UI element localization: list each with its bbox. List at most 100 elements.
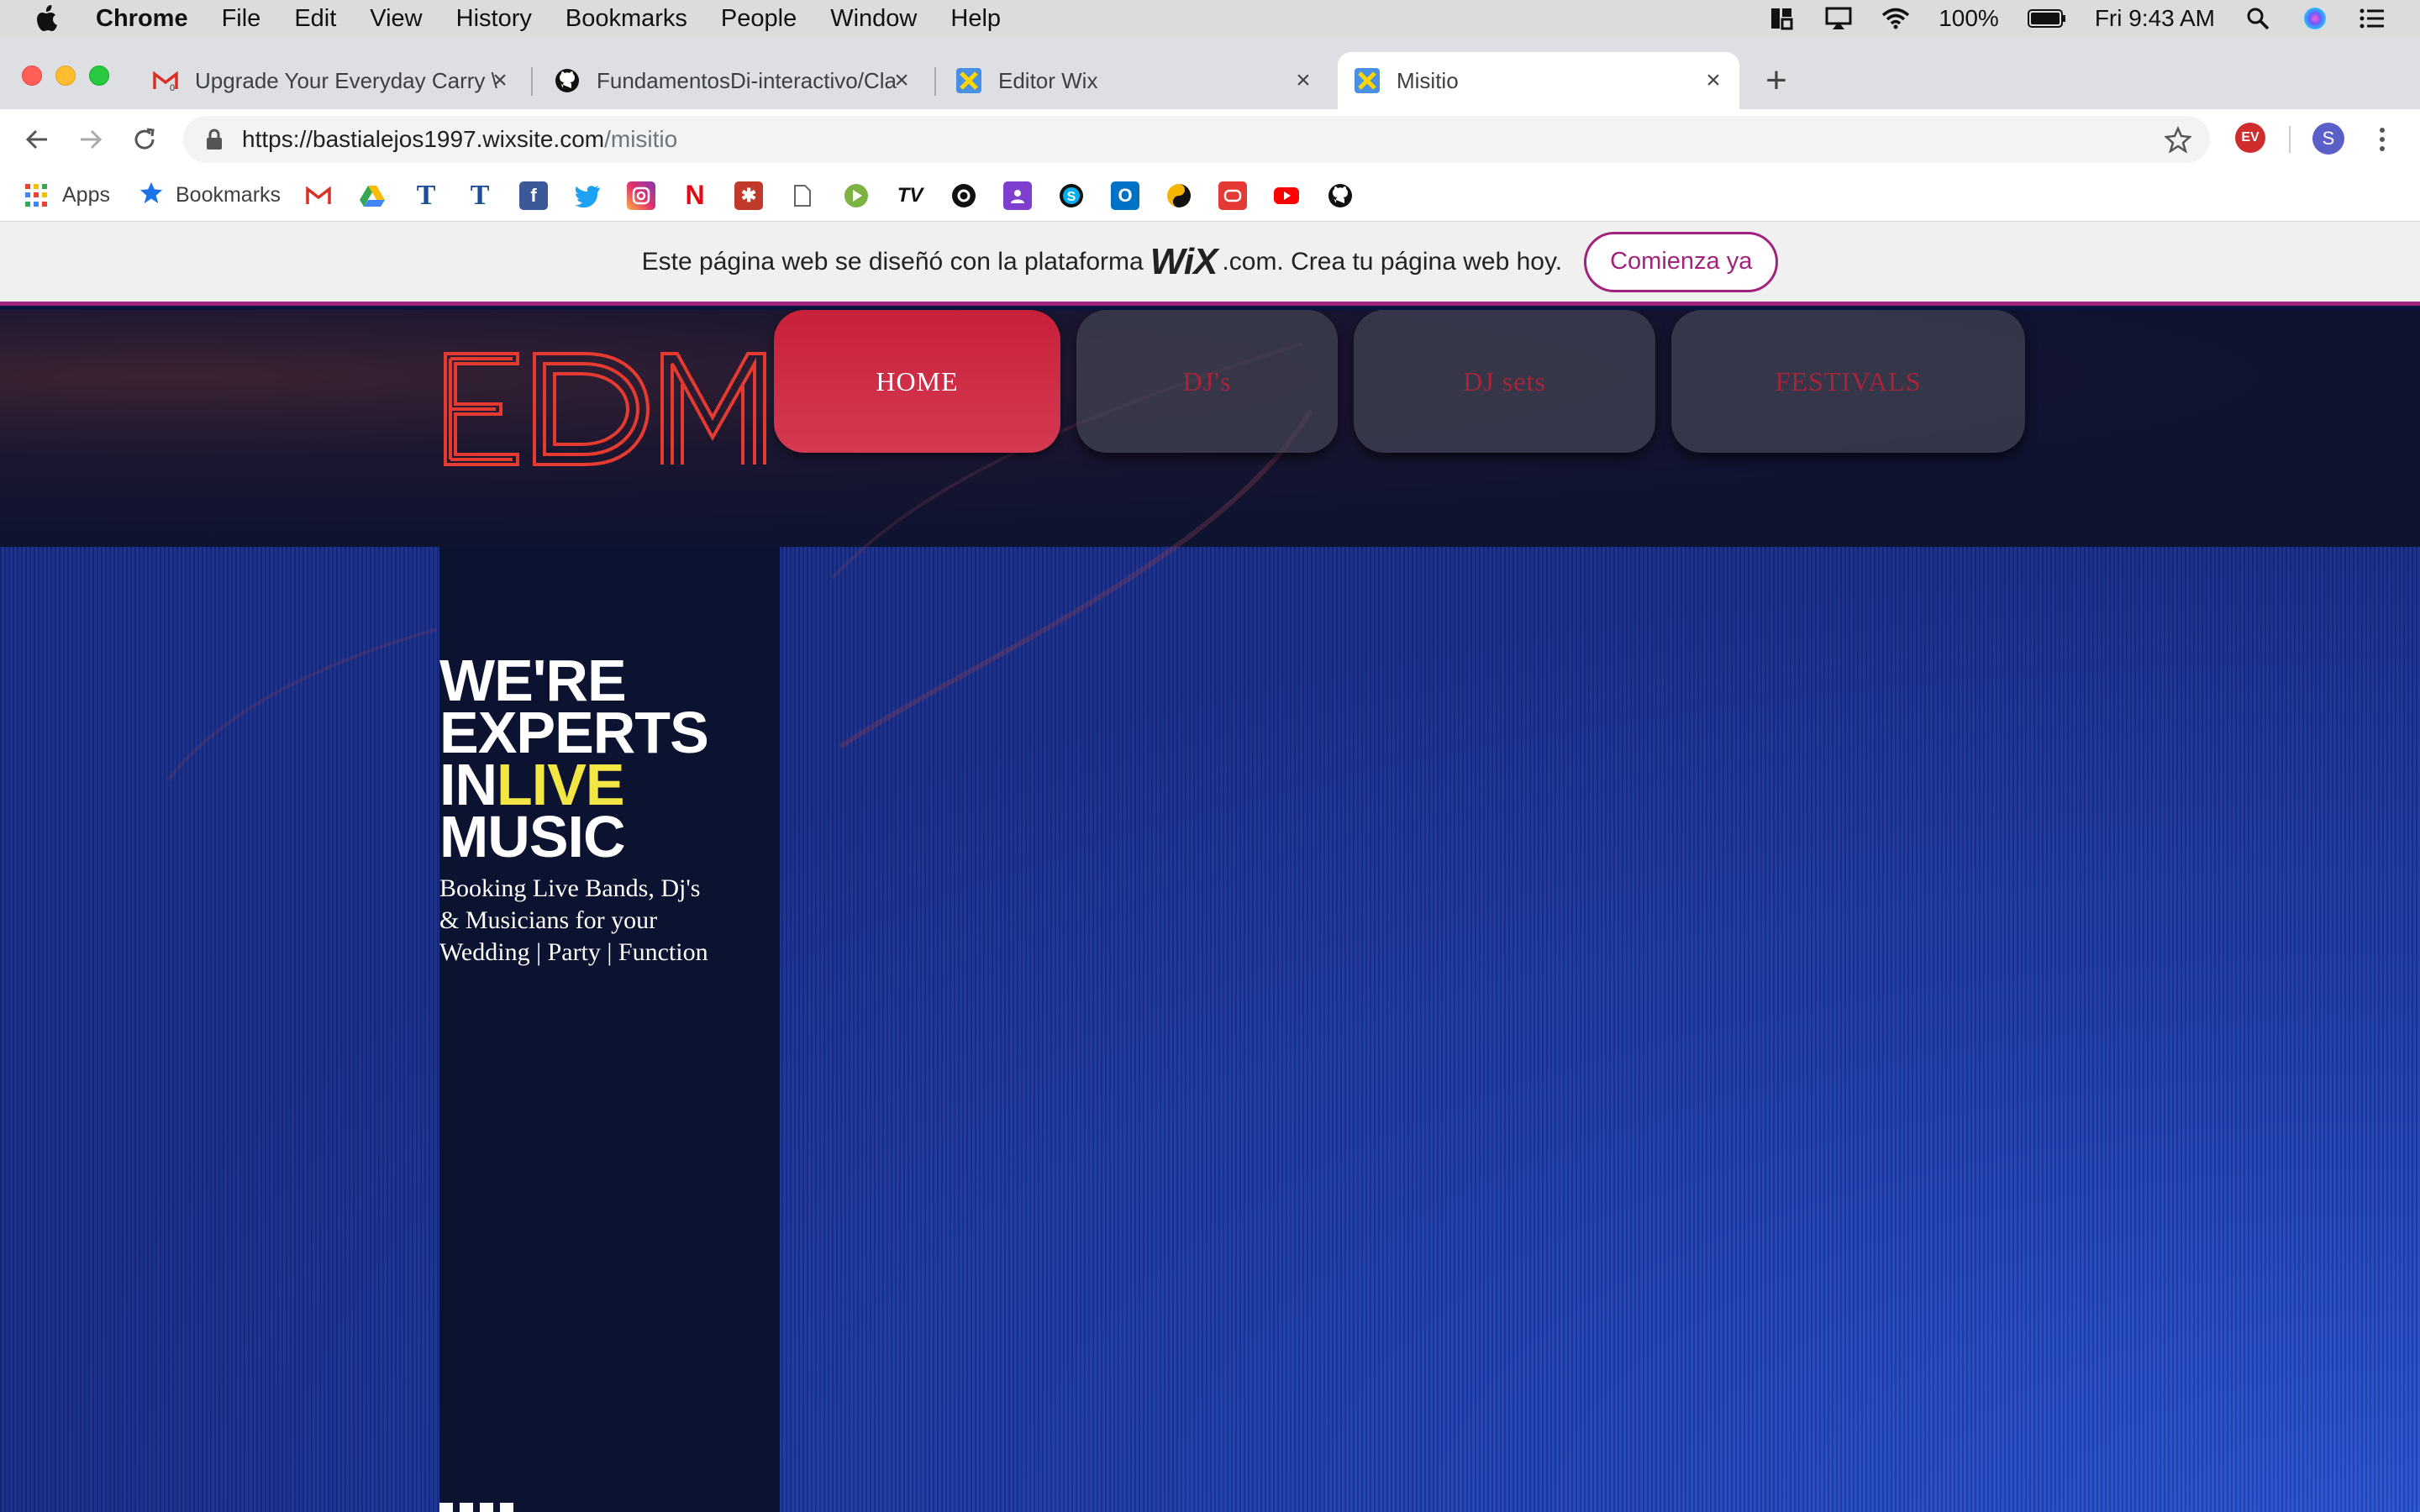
back-icon[interactable] [20,123,54,156]
bookmarks-label: Bookmarks [175,183,281,207]
youtube-icon[interactable] [1272,181,1301,210]
wix-logo[interactable]: WiX [1150,241,1218,283]
tab-title: Editor Wix [998,67,1098,93]
document-icon[interactable] [788,181,817,210]
website-viewport: HOME DJ's DJ sets FESTIVALS WE'RE EXPERT… [0,310,2420,1512]
toolbar-divider [2289,126,2291,153]
rounded-rect-app-icon[interactable] [1218,181,1248,210]
comienza-ya-button[interactable]: Comienza ya [1584,231,1779,292]
bookmark-icons-row: T T f N ✱ TV S O [304,179,1355,213]
menubar-clock[interactable]: Fri 9:43 AM [2095,5,2215,32]
headline-line-2: EXPERTS [439,700,709,765]
tab-title: FundamentosDi-interactivo/Cla [597,67,897,93]
browser-tab-strip: 0 Upgrade Your Everyday Carry \ × Fundam… [0,37,2420,109]
svg-text:0: 0 [170,83,175,91]
wix-icon [956,68,981,93]
menu-view[interactable]: View [370,5,422,33]
apps-label: Apps [62,183,110,207]
window-layout-icon[interactable] [1767,4,1796,33]
url-path: /misitio [604,126,678,152]
close-icon[interactable]: × [487,66,513,94]
apple-icon[interactable] [34,4,62,33]
wix-banner-text-before: Este página web se diseñó con la platafo… [641,247,1144,276]
edm-logo-graphic [444,352,766,466]
bookmark-star-icon[interactable] [2163,124,2193,155]
twitter-icon[interactable] [573,181,602,210]
airplay-icon[interactable] [1824,4,1853,33]
close-icon[interactable]: × [889,66,914,94]
tab-title: Misitio [1397,67,1459,93]
typeform-t-icon[interactable]: T [412,180,440,211]
window-close-button[interactable] [22,66,42,86]
apps-grid-icon [25,183,49,207]
gmail-icon[interactable] [304,181,333,210]
menu-app-name[interactable]: Chrome [96,5,188,33]
tab-misitio[interactable]: Misitio × [1338,52,1739,109]
decorative-cable-graphic [166,342,1313,782]
close-icon[interactable]: × [1701,66,1726,94]
lock-icon[interactable] [202,127,227,152]
notification-center-icon[interactable] [2358,4,2386,33]
menu-window[interactable]: Window [830,5,917,33]
circle-app-icon[interactable] [950,181,978,210]
browser-toolbar: https://bastialejos1997.wixsite.com/misi… [0,109,2420,170]
window-maximize-button[interactable] [89,66,109,86]
nav-dj-sets[interactable]: DJ sets [1354,310,1655,453]
headline-line-3: INLIVE [439,755,708,814]
skype-icon[interactable]: S [1057,181,1086,210]
siri-icon[interactable] [2301,4,2329,33]
reload-icon[interactable] [128,123,161,156]
close-icon[interactable]: × [1291,66,1316,94]
forward-icon[interactable] [74,123,108,156]
new-tab-button[interactable]: + [1758,60,1795,101]
netflix-icon[interactable]: N [681,180,709,210]
nav-home[interactable]: HOME [774,310,1060,453]
menu-bookmarks[interactable]: Bookmarks [566,5,687,33]
github-icon[interactable] [1326,181,1355,210]
headline-line-4: MUSIC [439,804,626,869]
macos-menubar: Chrome File Edit View History Bookmarks … [0,0,2420,37]
edm-logo[interactable] [442,350,770,468]
menu-edit[interactable]: Edit [294,5,336,33]
wix-ad-banner: Este página web se diseñó con la platafo… [0,222,2420,306]
github-icon [555,68,580,93]
yin-yang-app-icon[interactable] [1165,181,1193,210]
address-bar[interactable]: https://bastialejos1997.wixsite.com/misi… [183,116,2210,163]
subtext-line-3: Wedding | Party | Function [439,938,708,966]
window-minimize-button[interactable] [55,66,76,86]
chrome-menu-icon[interactable] [2370,123,2395,156]
subtext-line-2: & Musicians for your [439,906,658,934]
url-host: https://bastialejos1997.wixsite.com [242,126,605,152]
wifi-icon[interactable] [1881,4,1910,33]
instagram-icon[interactable] [627,181,656,210]
bookmark-apps[interactable]: Apps [25,179,110,213]
tab-upgrade-everyday-carry[interactable]: 0 Upgrade Your Everyday Carry \ × [148,52,526,109]
puzzle-app-icon[interactable]: ✱ [734,181,764,210]
classroom-icon[interactable] [1003,181,1033,210]
typeform-t-icon[interactable]: T [466,180,494,211]
profile-avatar[interactable]: S [2312,123,2344,155]
nav-djs[interactable]: DJ's [1076,310,1338,453]
tab-fundamentos-github[interactable]: FundamentosDi-interactivo/Cla × [550,52,928,109]
play-circle-icon[interactable] [842,181,871,210]
menu-people[interactable]: People [721,5,797,33]
battery-icon[interactable] [2027,4,2066,33]
facebook-icon[interactable]: f [519,181,549,210]
outlook-icon[interactable]: O [1111,181,1140,210]
extension-ev-icon[interactable]: EV [2235,123,2265,153]
menubar-status-area: 100% Fri 9:43 AM [1767,0,2386,37]
svg-text:S: S [1067,190,1076,204]
tab-editor-wix[interactable]: Editor Wix × [951,52,1329,109]
tab-separator [934,67,936,96]
google-drive-icon[interactable] [358,181,387,210]
tab-separator [531,67,533,96]
spotlight-search-icon[interactable] [2244,4,2272,33]
bookmark-bookmarks-folder[interactable]: Bookmarks [139,179,281,213]
headline-line-1: WE'RE [439,648,627,713]
battery-percentage: 100% [1939,5,1999,31]
tv-icon[interactable]: TV [896,181,924,210]
nav-festivals[interactable]: FESTIVALS [1671,310,2025,453]
menu-history[interactable]: History [456,5,532,33]
menu-help[interactable]: Help [950,5,1001,33]
menu-file[interactable]: File [222,5,261,33]
